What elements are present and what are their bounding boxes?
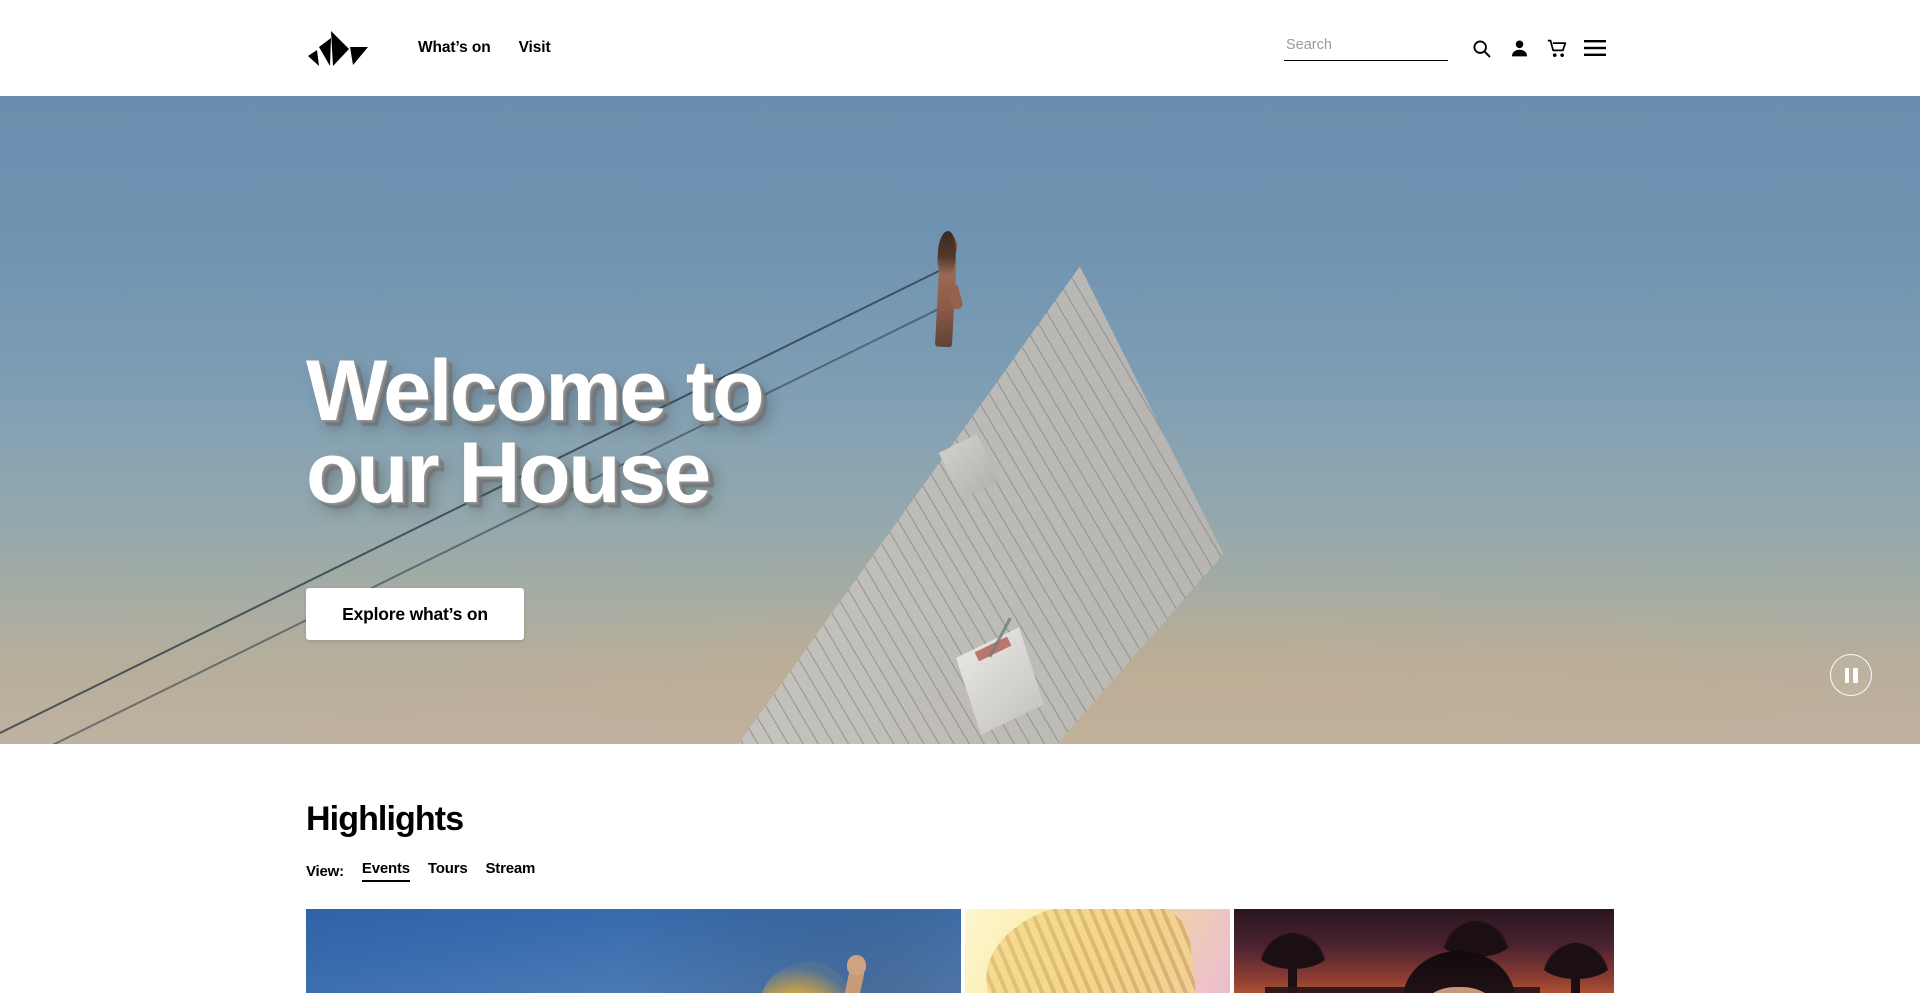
view-tab-stream[interactable]: Stream <box>485 860 535 882</box>
header-actions <box>1284 29 1614 67</box>
account-button[interactable] <box>1500 29 1538 67</box>
pause-button[interactable] <box>1830 654 1872 696</box>
highlights-title: Highlights <box>306 800 464 838</box>
view-label: View: <box>306 862 344 880</box>
hero-content: Welcome to our House Explore what’s on <box>0 96 1920 744</box>
highlights-section: Highlights View: Events Tours Stream <box>0 744 1920 993</box>
dancer-figure <box>747 935 901 993</box>
explore-whats-on-button[interactable]: Explore what’s on <box>306 588 524 640</box>
highlight-card-sunset[interactable] <box>1234 909 1614 993</box>
hamburger-menu-icon <box>1584 40 1606 56</box>
search-input[interactable] <box>1284 33 1448 61</box>
site-header: What’s on Visit <box>0 0 1920 96</box>
card-image-portrait <box>965 909 1230 993</box>
search-icon <box>1472 39 1490 57</box>
hero-title: Welcome to our House <box>306 343 765 521</box>
view-filter-bar: View: Events Tours Stream <box>306 859 1614 883</box>
pause-bar-right <box>1853 667 1858 683</box>
palm-tree <box>1537 937 1614 993</box>
highlight-card-dancer[interactable] <box>306 909 961 993</box>
card-image-sunset <box>1234 909 1614 993</box>
primary-navigation: What’s on Visit <box>418 40 551 56</box>
menu-button[interactable] <box>1576 29 1614 67</box>
shopping-cart-icon <box>1547 39 1567 57</box>
palm-tree <box>1253 927 1332 993</box>
view-tab-tours[interactable]: Tours <box>428 860 468 882</box>
nav-link-visit[interactable]: Visit <box>519 40 551 56</box>
dancer-hand <box>847 955 867 975</box>
highlights-card-row <box>306 909 1614 993</box>
search-button[interactable] <box>1462 29 1500 67</box>
cart-button[interactable] <box>1538 29 1576 67</box>
user-account-icon <box>1511 40 1527 56</box>
search-field-wrapper <box>1284 33 1448 63</box>
card-image-dancer <box>306 909 961 993</box>
nav-link-whats-on[interactable]: What’s on <box>418 40 491 56</box>
braided-hair <box>978 909 1201 993</box>
highlight-card-portrait[interactable] <box>965 909 1230 993</box>
singer-figure <box>1402 951 1515 993</box>
hero-banner: Welcome to our House Explore what’s on <box>0 96 1920 744</box>
header-inner: What’s on Visit <box>0 0 1920 96</box>
sydney-opera-house-logo[interactable] <box>306 28 372 68</box>
pause-bar-left <box>1844 667 1849 683</box>
logo-sails-icon <box>308 31 368 66</box>
view-tab-events[interactable]: Events <box>361 860 410 882</box>
